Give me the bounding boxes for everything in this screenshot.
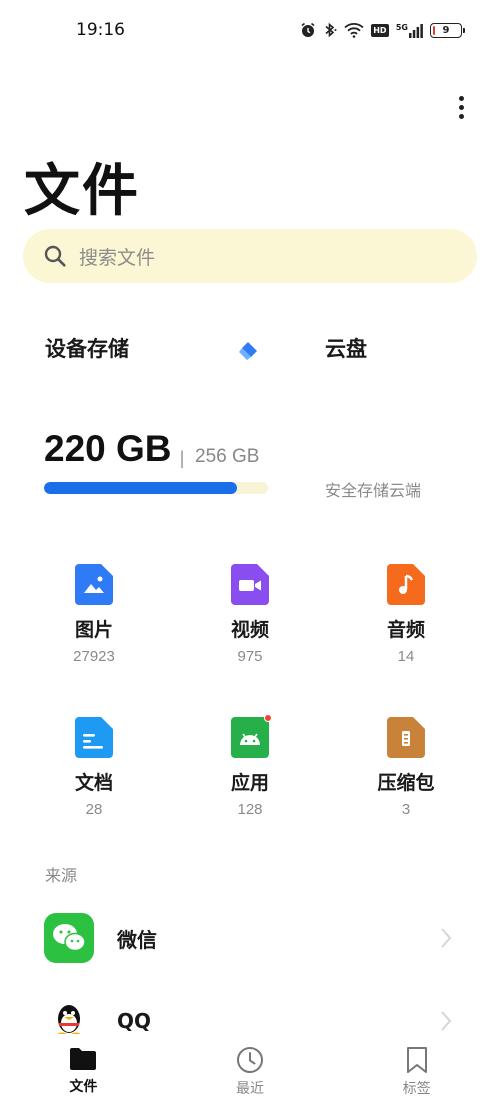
- category-count: 28: [85, 801, 103, 818]
- category-videos[interactable]: 视频 975: [185, 564, 315, 665]
- nav-files[interactable]: 文件: [0, 1034, 167, 1099]
- device-storage-tab[interactable]: 设备存储: [45, 333, 129, 363]
- search-placeholder: 搜索文件: [79, 246, 156, 269]
- category-label: 应用: [230, 772, 269, 794]
- cloud-drive-tab[interactable]: 云盘: [325, 333, 367, 363]
- storage-used: 220 GB: [44, 428, 172, 469]
- category-count: 128: [237, 801, 263, 818]
- cloud-subtitle: 安全存储云端: [325, 481, 422, 500]
- category-label: 文档: [74, 772, 113, 794]
- category-label: 视频: [230, 619, 269, 641]
- category-archives[interactable]: 压缩包 3: [341, 717, 471, 818]
- source-label: 微信: [117, 927, 157, 952]
- battery-icon: 9: [430, 22, 465, 38]
- category-count: 975: [237, 648, 263, 665]
- clean-broom-icon[interactable]: [236, 339, 260, 363]
- bluetooth-icon: [325, 22, 337, 38]
- source-label: QQ: [117, 1009, 152, 1033]
- cellular-signal-icon: 5G: [396, 23, 423, 38]
- alarm-icon: [301, 22, 315, 37]
- chevron-right-icon: [441, 928, 452, 948]
- more-dot-icon: [458, 113, 464, 119]
- chevron-right-icon: [441, 1011, 452, 1031]
- category-documents[interactable]: 文档 28: [29, 717, 159, 818]
- hd-badge: HD: [370, 23, 389, 37]
- storage-progress-fill: [44, 482, 237, 494]
- category-count: 14: [397, 648, 415, 665]
- storage-progress-bar: [44, 482, 268, 494]
- android-icon: [231, 714, 272, 758]
- status-icons: HD 5G 9: [300, 22, 465, 38]
- battery-level: 9: [442, 24, 450, 36]
- sources-section-label: 来源: [45, 866, 78, 885]
- nav-label: 最近: [236, 1081, 264, 1097]
- document-icon: [75, 717, 113, 758]
- status-time: 19:16: [76, 20, 125, 40]
- nav-label: 文件: [69, 1079, 98, 1095]
- folder-icon: [70, 1048, 97, 1070]
- category-count: 27923: [73, 648, 115, 665]
- wifi-icon: [344, 23, 364, 38]
- search-icon: [44, 245, 66, 267]
- video-icon: [231, 564, 269, 605]
- bookmark-icon: [406, 1047, 427, 1073]
- wechat-icon: [44, 913, 94, 963]
- network-type: 5G: [395, 22, 408, 32]
- storage-separator: |: [179, 448, 186, 469]
- nav-tags[interactable]: 标签: [333, 1034, 500, 1099]
- category-label: 图片: [74, 619, 113, 641]
- bottom-navigation: 文件 最近 标签: [0, 1034, 500, 1099]
- more-dot-icon: [458, 104, 464, 110]
- search-bar[interactable]: 搜索文件: [23, 229, 477, 283]
- category-audio[interactable]: 音频 14: [341, 564, 471, 665]
- nav-recent[interactable]: 最近: [167, 1034, 334, 1099]
- music-icon: [387, 564, 425, 605]
- category-count: 3: [401, 801, 411, 818]
- category-label: 压缩包: [377, 772, 435, 794]
- clock-icon: [237, 1047, 263, 1073]
- nav-label: 标签: [402, 1081, 431, 1097]
- category-label: 音频: [386, 619, 425, 641]
- image-icon: [75, 564, 113, 605]
- category-apps[interactable]: 应用 128: [185, 714, 315, 818]
- storage-total: 256 GB: [195, 446, 260, 467]
- category-images[interactable]: 图片 27923: [29, 564, 159, 665]
- new-badge-dot: [264, 714, 272, 722]
- more-options-button[interactable]: [450, 92, 472, 122]
- page-title: 文件: [24, 159, 140, 224]
- archive-icon: [387, 717, 425, 758]
- source-item-wechat[interactable]: 微信: [0, 903, 500, 973]
- more-dot-icon: [458, 95, 464, 101]
